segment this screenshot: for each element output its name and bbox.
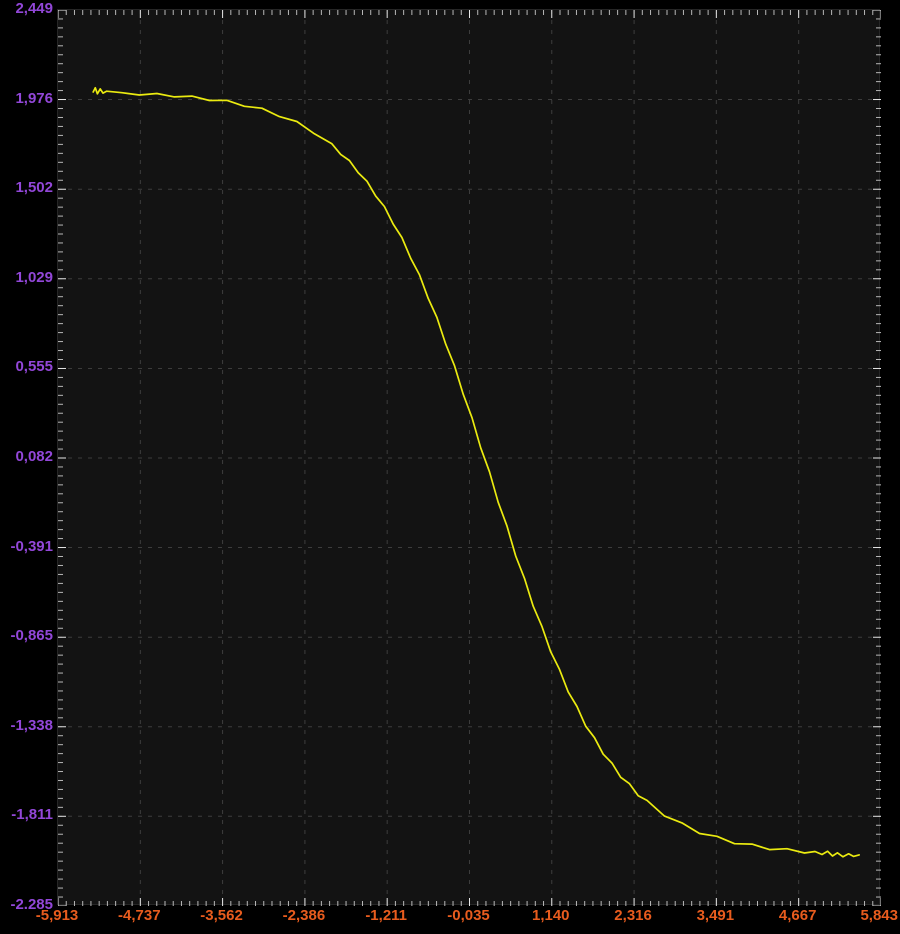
y-tick-label: -1,338 — [0, 718, 53, 734]
x-tick-label: 5,843 — [860, 908, 898, 924]
y-tick-label: 2,449 — [0, 1, 53, 17]
x-tick-label: 2,316 — [614, 908, 652, 924]
y-tick-label: 0,082 — [0, 449, 53, 465]
x-tick-label: 3,491 — [697, 908, 735, 924]
x-tick-label: -3,562 — [200, 908, 243, 924]
x-tick-label: 1,140 — [532, 908, 570, 924]
y-tick-label: 1,502 — [0, 180, 53, 196]
y-tick-label: -1,811 — [0, 807, 53, 823]
x-tick-label: 4,667 — [779, 908, 817, 924]
x-tick-label: -1,211 — [365, 908, 407, 924]
x-tick-label: -2,386 — [283, 908, 326, 924]
data-curve[interactable] — [93, 88, 859, 857]
plot-svg — [58, 10, 881, 906]
y-tick-label: -0,865 — [0, 628, 53, 644]
plot-canvas[interactable] — [57, 9, 880, 905]
plot-figure: 2,449 1,976 1,502 1,029 0,555 0,082 -0,391 -0,8… — [0, 0, 900, 934]
y-tick-label: 1,976 — [0, 91, 53, 107]
x-tick-label: -5,913 — [36, 908, 79, 924]
y-tick-label: 1,029 — [0, 270, 53, 286]
x-tick-label: -4,737 — [118, 908, 161, 924]
x-tick-label: -0,035 — [447, 908, 490, 924]
y-tick-label: 0,555 — [0, 359, 53, 375]
y-tick-label: -0,391 — [0, 539, 53, 555]
